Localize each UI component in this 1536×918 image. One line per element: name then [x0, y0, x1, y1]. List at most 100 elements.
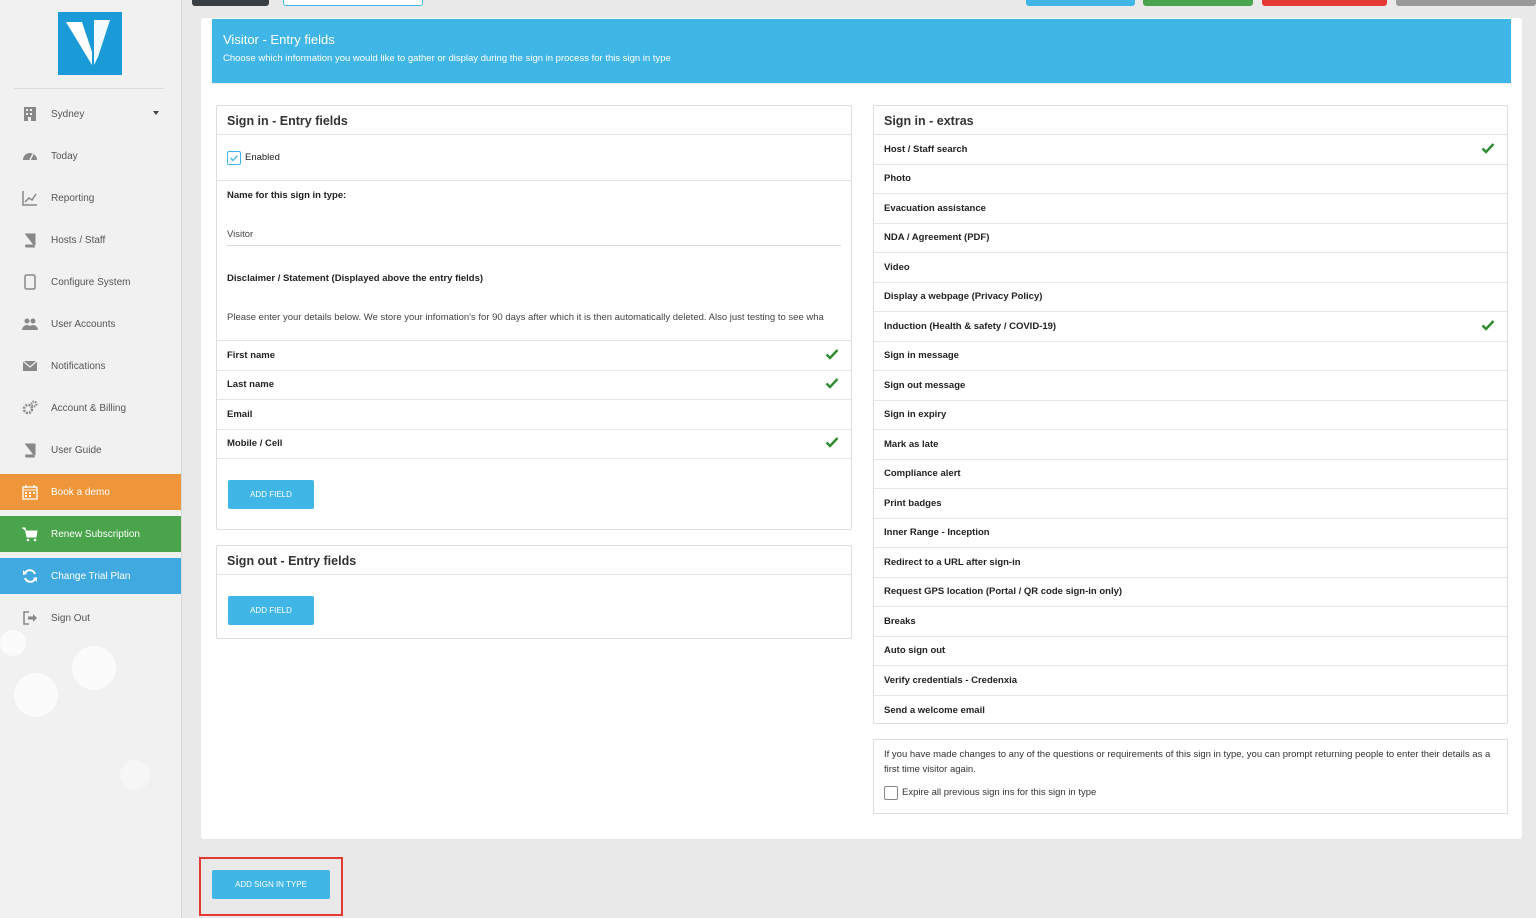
- sidebar-item-label: Renew Subscription: [51, 528, 140, 540]
- extras-item-label: Display a webpage (Privacy Policy): [884, 291, 1043, 303]
- location-label: Sydney: [51, 108, 85, 120]
- signin-fields-list: First name Last name Email Mobile / Cell: [217, 340, 851, 459]
- extras-item-label: Mark as late: [884, 438, 939, 450]
- entry-field-row[interactable]: Last name: [217, 371, 851, 400]
- extras-item-label: Induction (Health & safety / COVID-19): [884, 320, 1057, 332]
- extras-item-label: Redirect to a URL after sign-in: [884, 556, 1021, 568]
- extras-item[interactable]: Auto sign out: [874, 637, 1507, 666]
- extras-item[interactable]: Photo: [874, 165, 1507, 194]
- logo[interactable]: [58, 12, 122, 75]
- checkmark-icon: [1481, 142, 1495, 154]
- checkmark-icon: [825, 437, 839, 448]
- add-field-button[interactable]: ADD FIELD: [228, 480, 314, 509]
- extras-item[interactable]: Print badges: [874, 489, 1507, 519]
- sidebar-item-label: Configure System: [51, 276, 131, 288]
- disclaimer-input[interactable]: Please enter your details below. We stor…: [227, 312, 841, 328]
- top-dark-tab[interactable]: [192, 0, 269, 6]
- sidebar-item-renew-subscription[interactable]: Renew Subscription: [0, 516, 181, 552]
- sidebar-item-notifications[interactable]: Notifications: [0, 348, 181, 384]
- sign-out-icon: [21, 609, 39, 627]
- extras-item[interactable]: Send a welcome email: [874, 696, 1507, 726]
- extras-item[interactable]: Display a webpage (Privacy Policy): [874, 283, 1507, 312]
- enabled-checkbox[interactable]: [227, 150, 241, 165]
- extras-item-label: Print badges: [884, 497, 942, 509]
- envelope-icon: [21, 357, 39, 375]
- extras-item[interactable]: Sign out message: [874, 371, 1507, 401]
- extras-item-label: Inner Range - Inception: [884, 527, 990, 539]
- sidebar-item-account-billing[interactable]: Account & Billing: [0, 390, 181, 426]
- extras-item[interactable]: Verify credentials - Credenxia: [874, 666, 1507, 696]
- sidebar-item-user-accounts[interactable]: User Accounts: [0, 306, 181, 342]
- page-subtitle: Choose which information you would like …: [223, 53, 671, 64]
- top-outline-tab[interactable]: [283, 0, 423, 6]
- extras-item[interactable]: Compliance alert: [874, 460, 1507, 489]
- top-green-button[interactable]: [1143, 0, 1253, 6]
- add-sign-in-type-button[interactable]: ADD SIGN IN TYPE: [212, 870, 330, 899]
- extras-item-label: Evacuation assistance: [884, 202, 986, 214]
- top-blue-button[interactable]: [1026, 0, 1135, 6]
- extras-item[interactable]: Sign in expiry: [874, 401, 1507, 430]
- background-bokeh: [14, 673, 58, 717]
- gears-icon: [21, 399, 39, 417]
- extras-card: Sign in - extras Host / Staff search Phot…: [873, 105, 1508, 724]
- top-grey-button[interactable]: [1396, 0, 1536, 6]
- sidebar-item-label: Sign Out: [51, 612, 90, 624]
- sidebar-item-reporting[interactable]: Reporting: [0, 180, 181, 216]
- extras-item[interactable]: Video: [874, 253, 1507, 283]
- name-input[interactable]: Visitor: [227, 229, 841, 246]
- chart-icon: [21, 189, 39, 207]
- sidebar-item-label: Hosts / Staff: [51, 234, 106, 246]
- sidebar-item-book-demo[interactable]: Book a demo: [0, 474, 181, 510]
- signin-entry-title: Sign in - Entry fields: [217, 106, 851, 135]
- expire-note-text: If you have made changes to any of the q…: [884, 749, 1491, 775]
- header-banner: Visitor - Entry fields Choose which info…: [212, 19, 1511, 83]
- cart-icon: [21, 525, 39, 543]
- name-section: Name for this sign in type: Visitor Disc…: [217, 181, 851, 328]
- entry-field-row[interactable]: Email: [217, 400, 851, 430]
- enabled-row: Enabled: [217, 135, 851, 181]
- extras-item[interactable]: Sign in message: [874, 342, 1507, 371]
- extras-item[interactable]: Request GPS location (Portal / QR code s…: [874, 578, 1507, 607]
- sidebar-item-today[interactable]: Today: [0, 138, 181, 174]
- extras-item[interactable]: Inner Range - Inception: [874, 519, 1507, 548]
- entry-field-label: Email: [227, 408, 253, 420]
- top-red-button[interactable]: [1262, 0, 1387, 6]
- sidebar-item-label: Book a demo: [51, 486, 110, 498]
- extras-item[interactable]: Mark as late: [874, 430, 1507, 460]
- entry-field-label: Mobile / Cell: [227, 438, 283, 450]
- book-icon: [21, 441, 39, 459]
- calendar-icon: [21, 483, 39, 501]
- entry-field-row[interactable]: Mobile / Cell: [217, 430, 851, 459]
- extras-item[interactable]: Evacuation assistance: [874, 194, 1507, 224]
- extras-item[interactable]: Host / Staff search: [874, 135, 1507, 165]
- extras-item[interactable]: Redirect to a URL after sign-in: [874, 548, 1507, 578]
- sidebar-item-change-trial-plan[interactable]: Change Trial Plan: [0, 558, 181, 594]
- extras-item-label: Sign in message: [884, 350, 959, 362]
- signin-add-field-wrap: ADD FIELD: [217, 459, 851, 530]
- extras-item[interactable]: NDA / Agreement (PDF): [874, 224, 1507, 253]
- extras-item-label: NDA / Agreement (PDF): [884, 232, 990, 244]
- sidebar-item-label: Reporting: [51, 192, 95, 204]
- sidebar-item-sign-out[interactable]: Sign Out: [0, 600, 181, 636]
- extras-item-label: Host / Staff search: [884, 143, 968, 155]
- enabled-label: Enabled: [245, 152, 280, 163]
- expire-row: Expire all previous sign ins for this si…: [884, 785, 1497, 800]
- sidebar-item-label: Notifications: [51, 360, 106, 372]
- extras-item-label: Request GPS location (Portal / QR code s…: [884, 586, 1123, 598]
- signout-add-field-button[interactable]: ADD FIELD: [228, 596, 314, 625]
- signout-add-field-wrap: ADD FIELD: [217, 575, 851, 646]
- extras-item[interactable]: Induction (Health & safety / COVID-19): [874, 312, 1507, 342]
- sidebar-item-label: User Accounts: [51, 318, 116, 330]
- expire-label: Expire all previous sign ins for this si…: [902, 787, 1097, 798]
- sidebar-item-hosts-staff[interactable]: Hosts / Staff: [0, 222, 181, 258]
- extras-item[interactable]: Breaks: [874, 607, 1507, 637]
- background-bokeh: [72, 646, 116, 690]
- location-selector[interactable]: Sydney: [0, 96, 181, 132]
- sidebar-item-user-guide[interactable]: User Guide: [0, 432, 181, 468]
- page-title: Visitor - Entry fields: [223, 32, 335, 47]
- sidebar: Sydney Today Reporting Hosts / Staff Con…: [0, 0, 182, 918]
- sidebar-item-configure-system[interactable]: Configure System: [0, 264, 181, 300]
- expire-checkbox[interactable]: [884, 785, 898, 800]
- building-icon: [21, 105, 39, 123]
- entry-field-row[interactable]: First name: [217, 341, 851, 371]
